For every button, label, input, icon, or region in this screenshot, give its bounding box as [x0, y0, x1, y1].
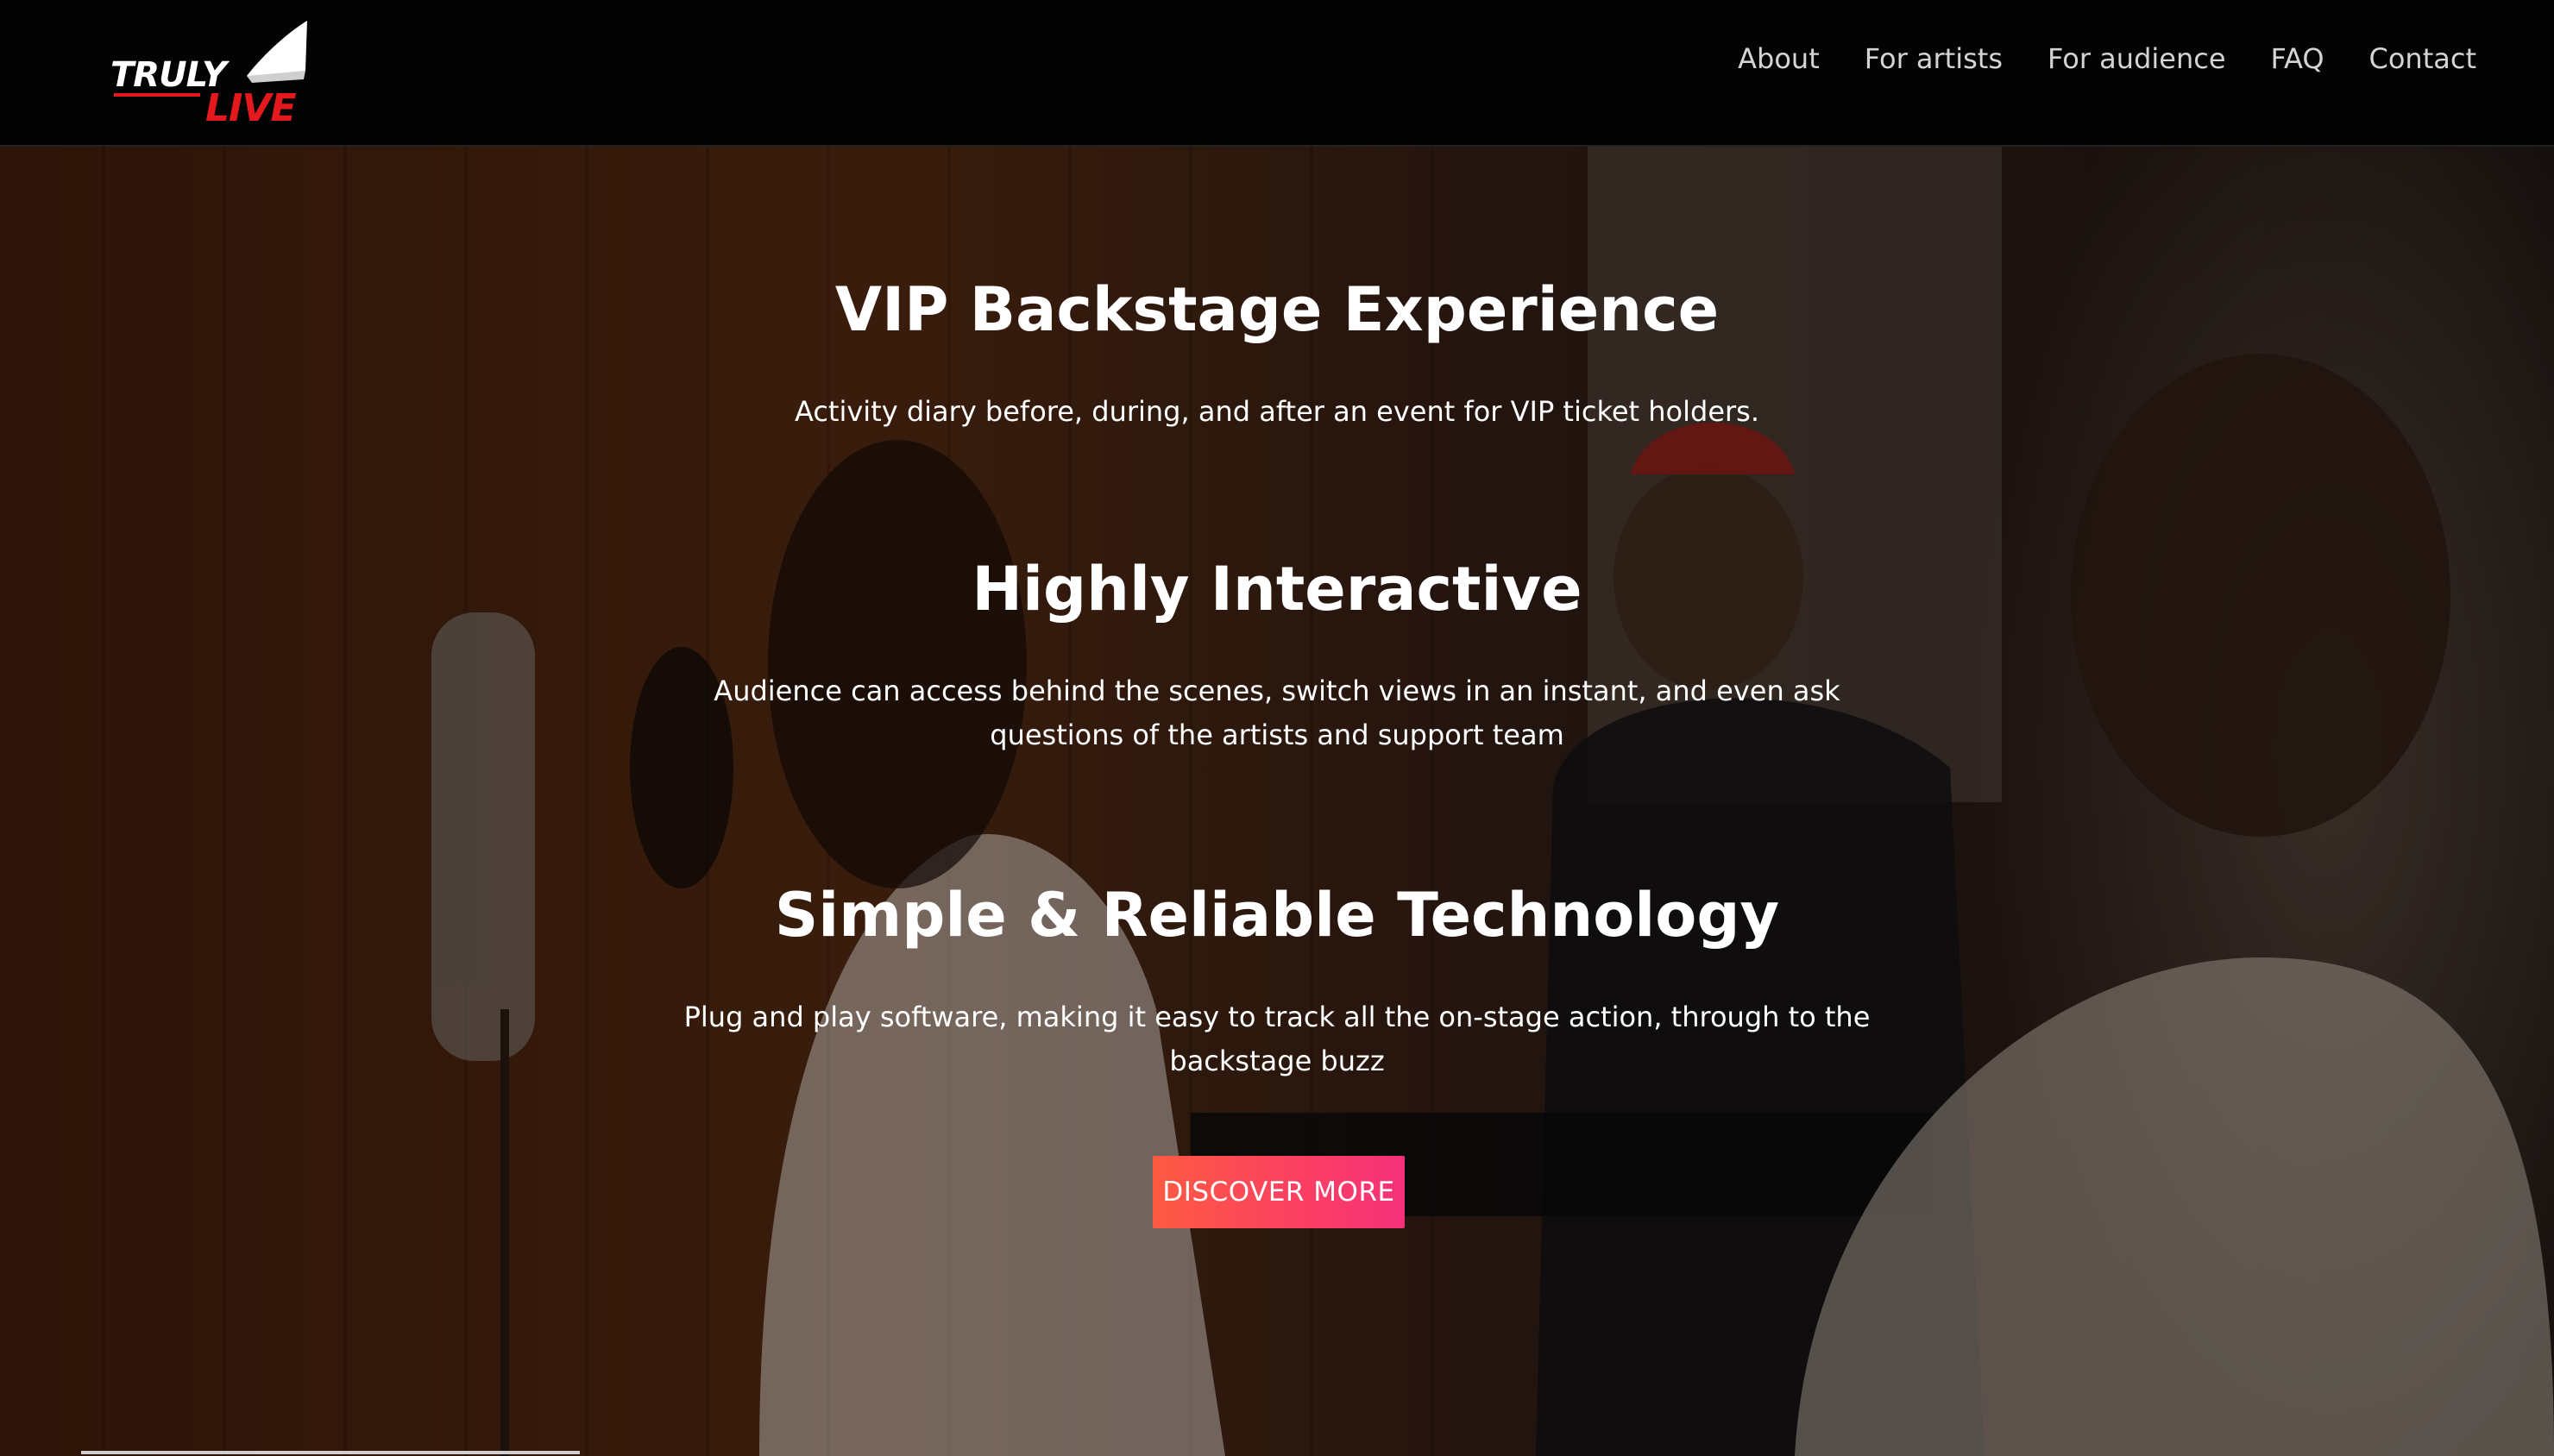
reliable-technology-title: Simple & Reliable Technology: [774, 880, 1780, 951]
truly-live-logo[interactable]: TRULY LIVE: [109, 19, 307, 130]
nav-faq-link[interactable]: FAQ: [2226, 38, 2324, 79]
nav-for-audience-link[interactable]: For audience: [2003, 38, 2226, 79]
highly-interactive-text: Audience can access behind the scenes, s…: [714, 675, 1840, 751]
logo-stripe: [114, 93, 200, 97]
highly-interactive-title: Highly Interactive: [972, 554, 1582, 624]
reliable-technology-text: Plug and play software, making it easy t…: [683, 1001, 1871, 1077]
video-progress-indicator: [81, 1451, 580, 1454]
logo-wordmark-live: LIVE: [205, 86, 297, 130]
nav-about-link[interactable]: About: [1693, 38, 1820, 79]
vip-backstage-title: VIP Backstage Experience: [834, 274, 1720, 345]
nav-for-artists-link[interactable]: For artists: [1820, 38, 2003, 79]
nav-contact-link[interactable]: Contact: [2324, 38, 2477, 79]
top-navbar: TRULY LIVE About For artists For audienc…: [0, 0, 2554, 147]
main-nav: About For artists For audience FAQ Conta…: [1693, 38, 2476, 79]
discover-more-button[interactable]: DISCOVER MORE: [1153, 1156, 1405, 1228]
vip-backstage-text: Activity diary before, during, and after…: [795, 395, 1759, 428]
shark-fin-icon: [247, 21, 307, 83]
hero-section: VIP Backstage Experience Activity diary …: [0, 147, 2554, 1456]
